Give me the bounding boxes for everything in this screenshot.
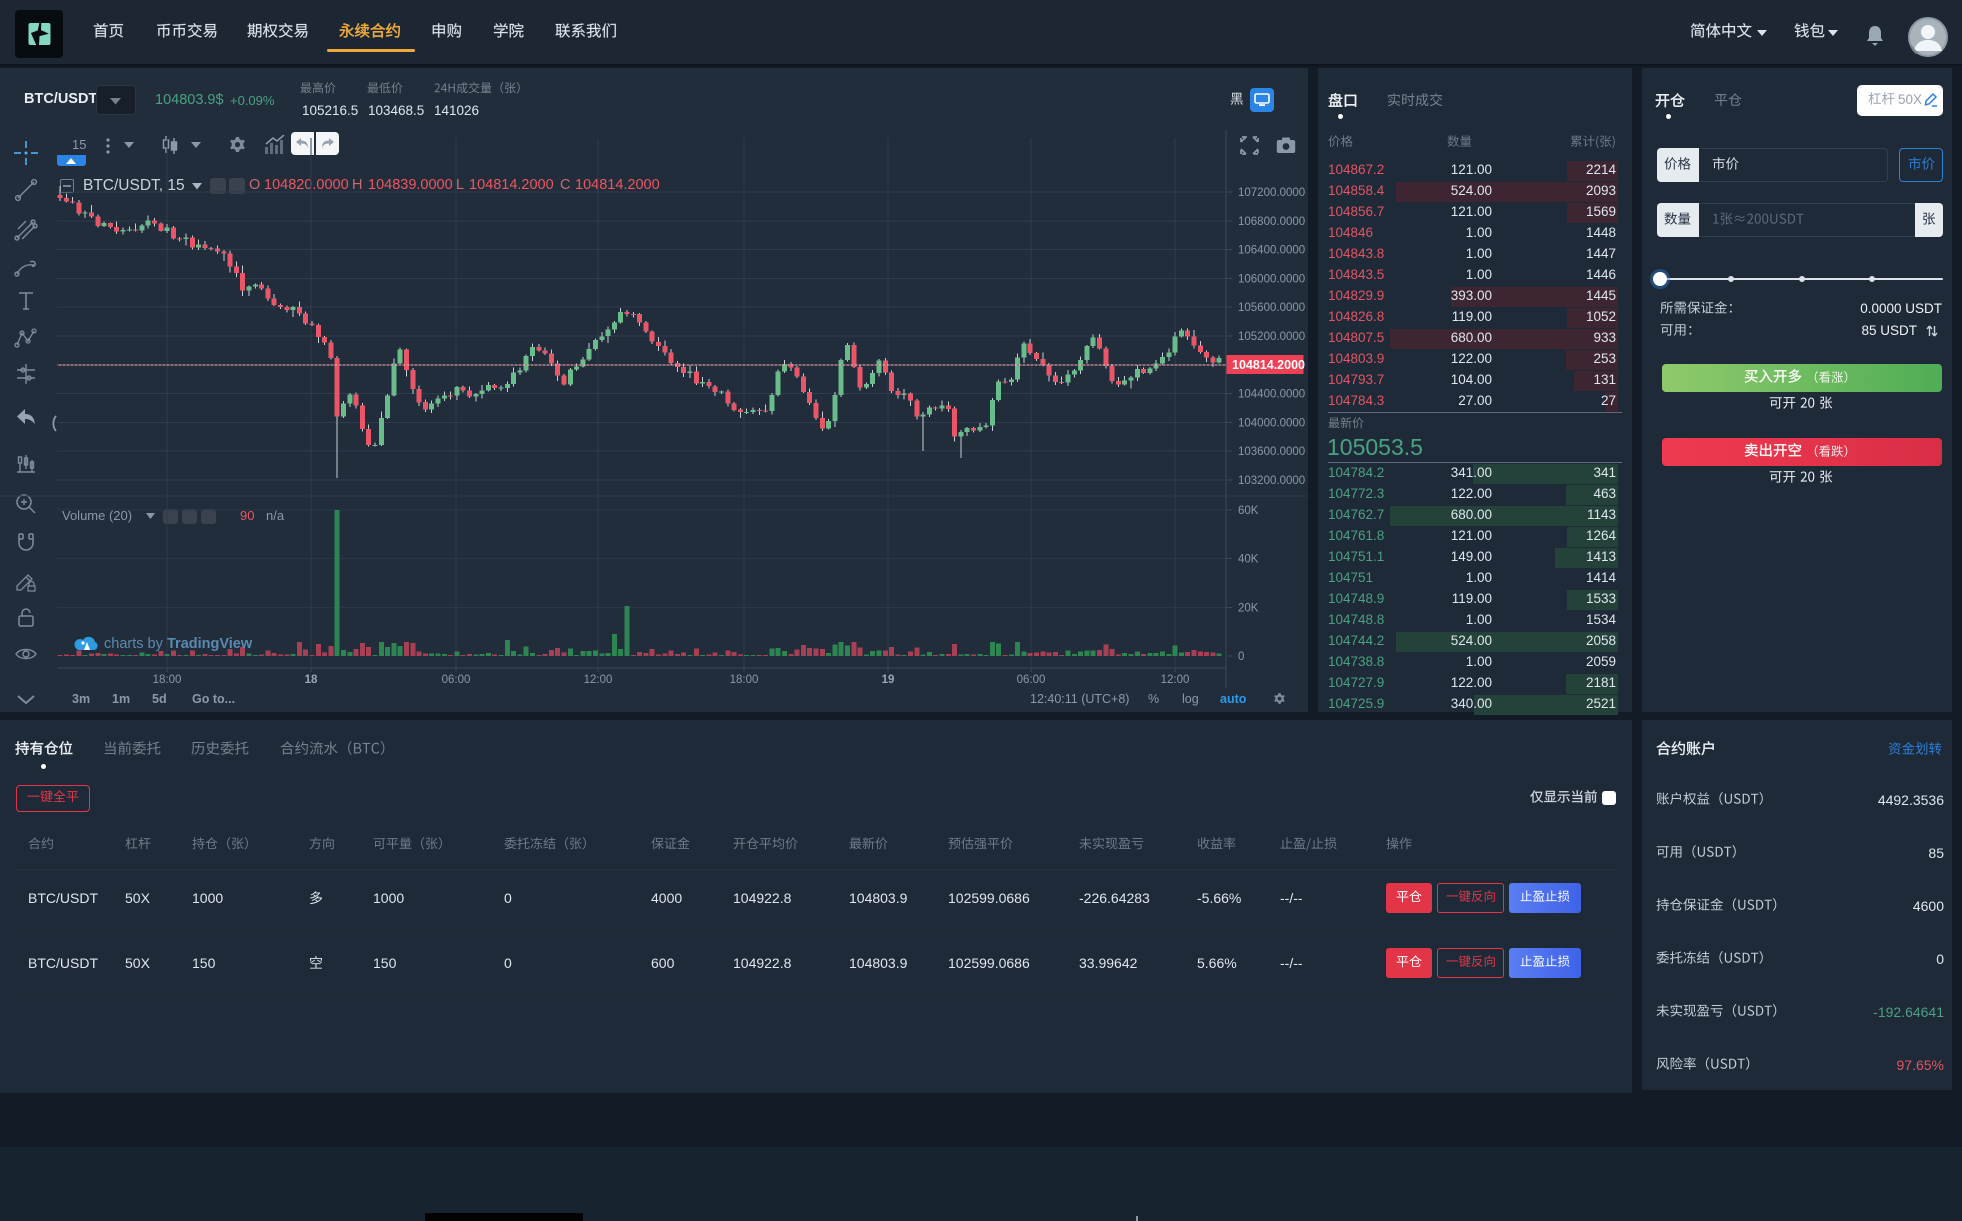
svg-text:106000.0000: 106000.0000 [1238, 273, 1305, 285]
svg-text:18:00: 18:00 [153, 674, 182, 686]
svg-text:06:00: 06:00 [442, 674, 471, 686]
svg-text:19: 19 [882, 674, 895, 686]
svg-text:105200.0000: 105200.0000 [1238, 331, 1305, 343]
svg-text:105600.0000: 105600.0000 [1238, 302, 1305, 314]
svg-text:12:00: 12:00 [584, 674, 613, 686]
svg-text:106800.0000: 106800.0000 [1238, 216, 1305, 228]
svg-text:18: 18 [305, 674, 318, 686]
svg-text:104814.2000: 104814.2000 [1232, 358, 1305, 372]
svg-text:104400.0000: 104400.0000 [1238, 389, 1305, 401]
svg-text:20K: 20K [1238, 602, 1259, 614]
svg-text:104000.0000: 104000.0000 [1238, 417, 1305, 429]
svg-text:106400.0000: 106400.0000 [1238, 245, 1305, 257]
svg-text:103600.0000: 103600.0000 [1238, 446, 1305, 458]
svg-text:12:00: 12:00 [1161, 674, 1190, 686]
svg-text:40K: 40K [1238, 554, 1259, 566]
svg-text:103200.0000: 103200.0000 [1238, 475, 1305, 487]
svg-text:18:00: 18:00 [730, 674, 759, 686]
svg-text:06:00: 06:00 [1017, 674, 1046, 686]
svg-text:60K: 60K [1238, 505, 1259, 517]
svg-text:107200.0000: 107200.0000 [1238, 187, 1305, 199]
svg-text:0: 0 [1238, 651, 1244, 663]
